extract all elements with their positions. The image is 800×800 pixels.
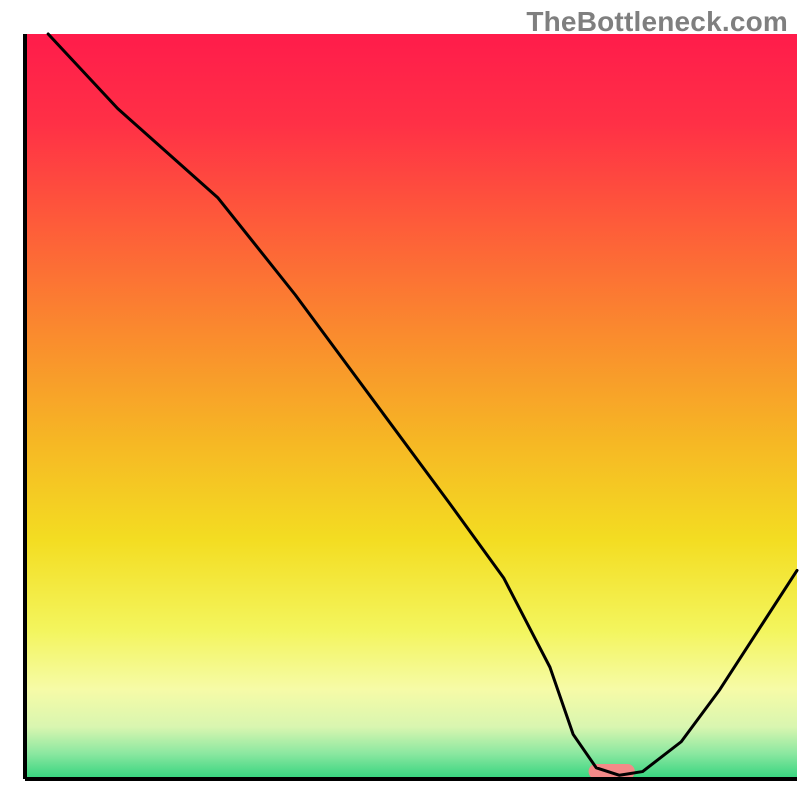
plot-background	[25, 34, 797, 779]
watermark-text: TheBottleneck.com	[526, 6, 788, 38]
bottleneck-chart: TheBottleneck.com	[0, 0, 800, 800]
chart-svg	[0, 0, 800, 800]
